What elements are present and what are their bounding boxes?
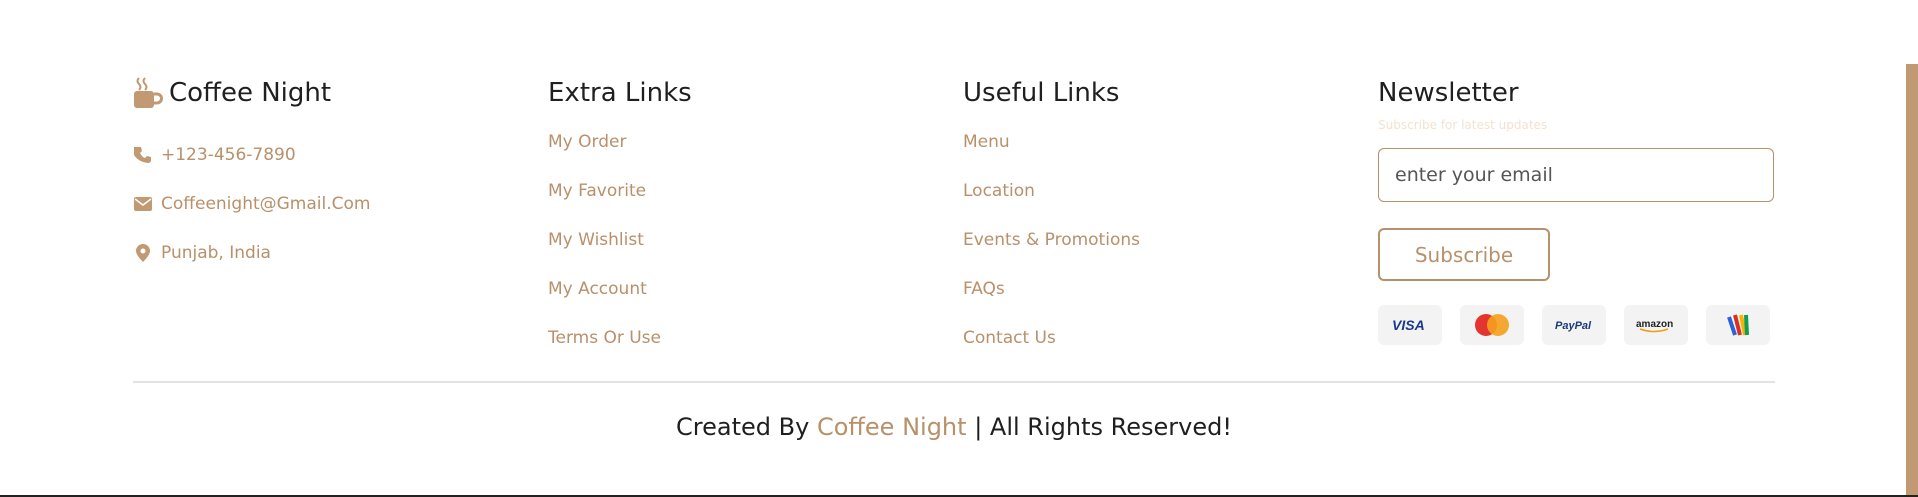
link-my-order[interactable]: My Order [548, 130, 963, 179]
link-my-wishlist[interactable]: My Wishlist [548, 228, 963, 277]
useful-links-title: Useful Links [963, 78, 1120, 108]
newsletter-column: Newsletter Subscribe for latest updates … [1378, 74, 1774, 375]
newsletter-title: Newsletter [1378, 78, 1519, 108]
link-faqs[interactable]: FAQs [963, 277, 1378, 326]
useful-links-column: Useful Links Menu Location Events & Prom… [963, 74, 1378, 375]
contact-phone[interactable]: +123-456-7890 [133, 130, 548, 179]
subscribe-button[interactable]: Subscribe [1378, 228, 1550, 281]
footer-divider [133, 381, 1775, 383]
svg-text:VISA: VISA [1392, 318, 1425, 332]
brand-column: Coffee Night +123-456-7890 Coffeenight@G… [133, 74, 548, 375]
svg-text:PayPal: PayPal [1555, 320, 1592, 332]
credit-brand-link[interactable]: Coffee Night [817, 413, 967, 441]
payment-methods: VISA PayPal amazon [1378, 305, 1774, 345]
paypal-icon: PayPal [1542, 305, 1606, 345]
coffee-icon [133, 76, 163, 110]
footer: Coffee Night +123-456-7890 Coffeenight@G… [133, 74, 1775, 375]
link-my-favorite[interactable]: My Favorite [548, 179, 963, 228]
visa-icon: VISA [1378, 305, 1442, 345]
email-input[interactable] [1378, 148, 1774, 202]
contact-email[interactable]: Coffeenight@Gmail.Com [133, 179, 548, 228]
extra-links-column: Extra Links My Order My Favorite My Wish… [548, 74, 963, 375]
contact-location-text: Punjab, India [161, 242, 271, 263]
link-contact-us[interactable]: Contact Us [963, 326, 1378, 375]
contact-location[interactable]: Punjab, India [133, 228, 548, 277]
link-terms[interactable]: Terms Or Use [548, 326, 963, 375]
credit-suffix: | All Rights Reserved! [966, 413, 1232, 441]
extra-links-title: Extra Links [548, 78, 692, 108]
google-wallet-icon [1706, 305, 1770, 345]
link-location[interactable]: Location [963, 179, 1378, 228]
link-my-account[interactable]: My Account [548, 277, 963, 326]
amazon-icon: amazon [1624, 305, 1688, 345]
phone-icon [133, 145, 153, 165]
credit-prefix: Created By [676, 413, 817, 441]
link-events-promotions[interactable]: Events & Promotions [963, 228, 1378, 277]
map-pin-icon [133, 243, 153, 263]
copyright-line: Created By Coffee Night | All Rights Res… [0, 413, 1908, 441]
mastercard-icon [1460, 305, 1524, 345]
newsletter-subtitle: Subscribe for latest updates [1378, 118, 1548, 132]
envelope-icon [133, 194, 153, 214]
contact-phone-text: +123-456-7890 [161, 144, 296, 165]
contact-email-text: Coffeenight@Gmail.Com [161, 193, 371, 214]
link-menu[interactable]: Menu [963, 130, 1378, 179]
brand-title: Coffee Night [133, 74, 548, 112]
brand-name: Coffee Night [169, 78, 332, 108]
